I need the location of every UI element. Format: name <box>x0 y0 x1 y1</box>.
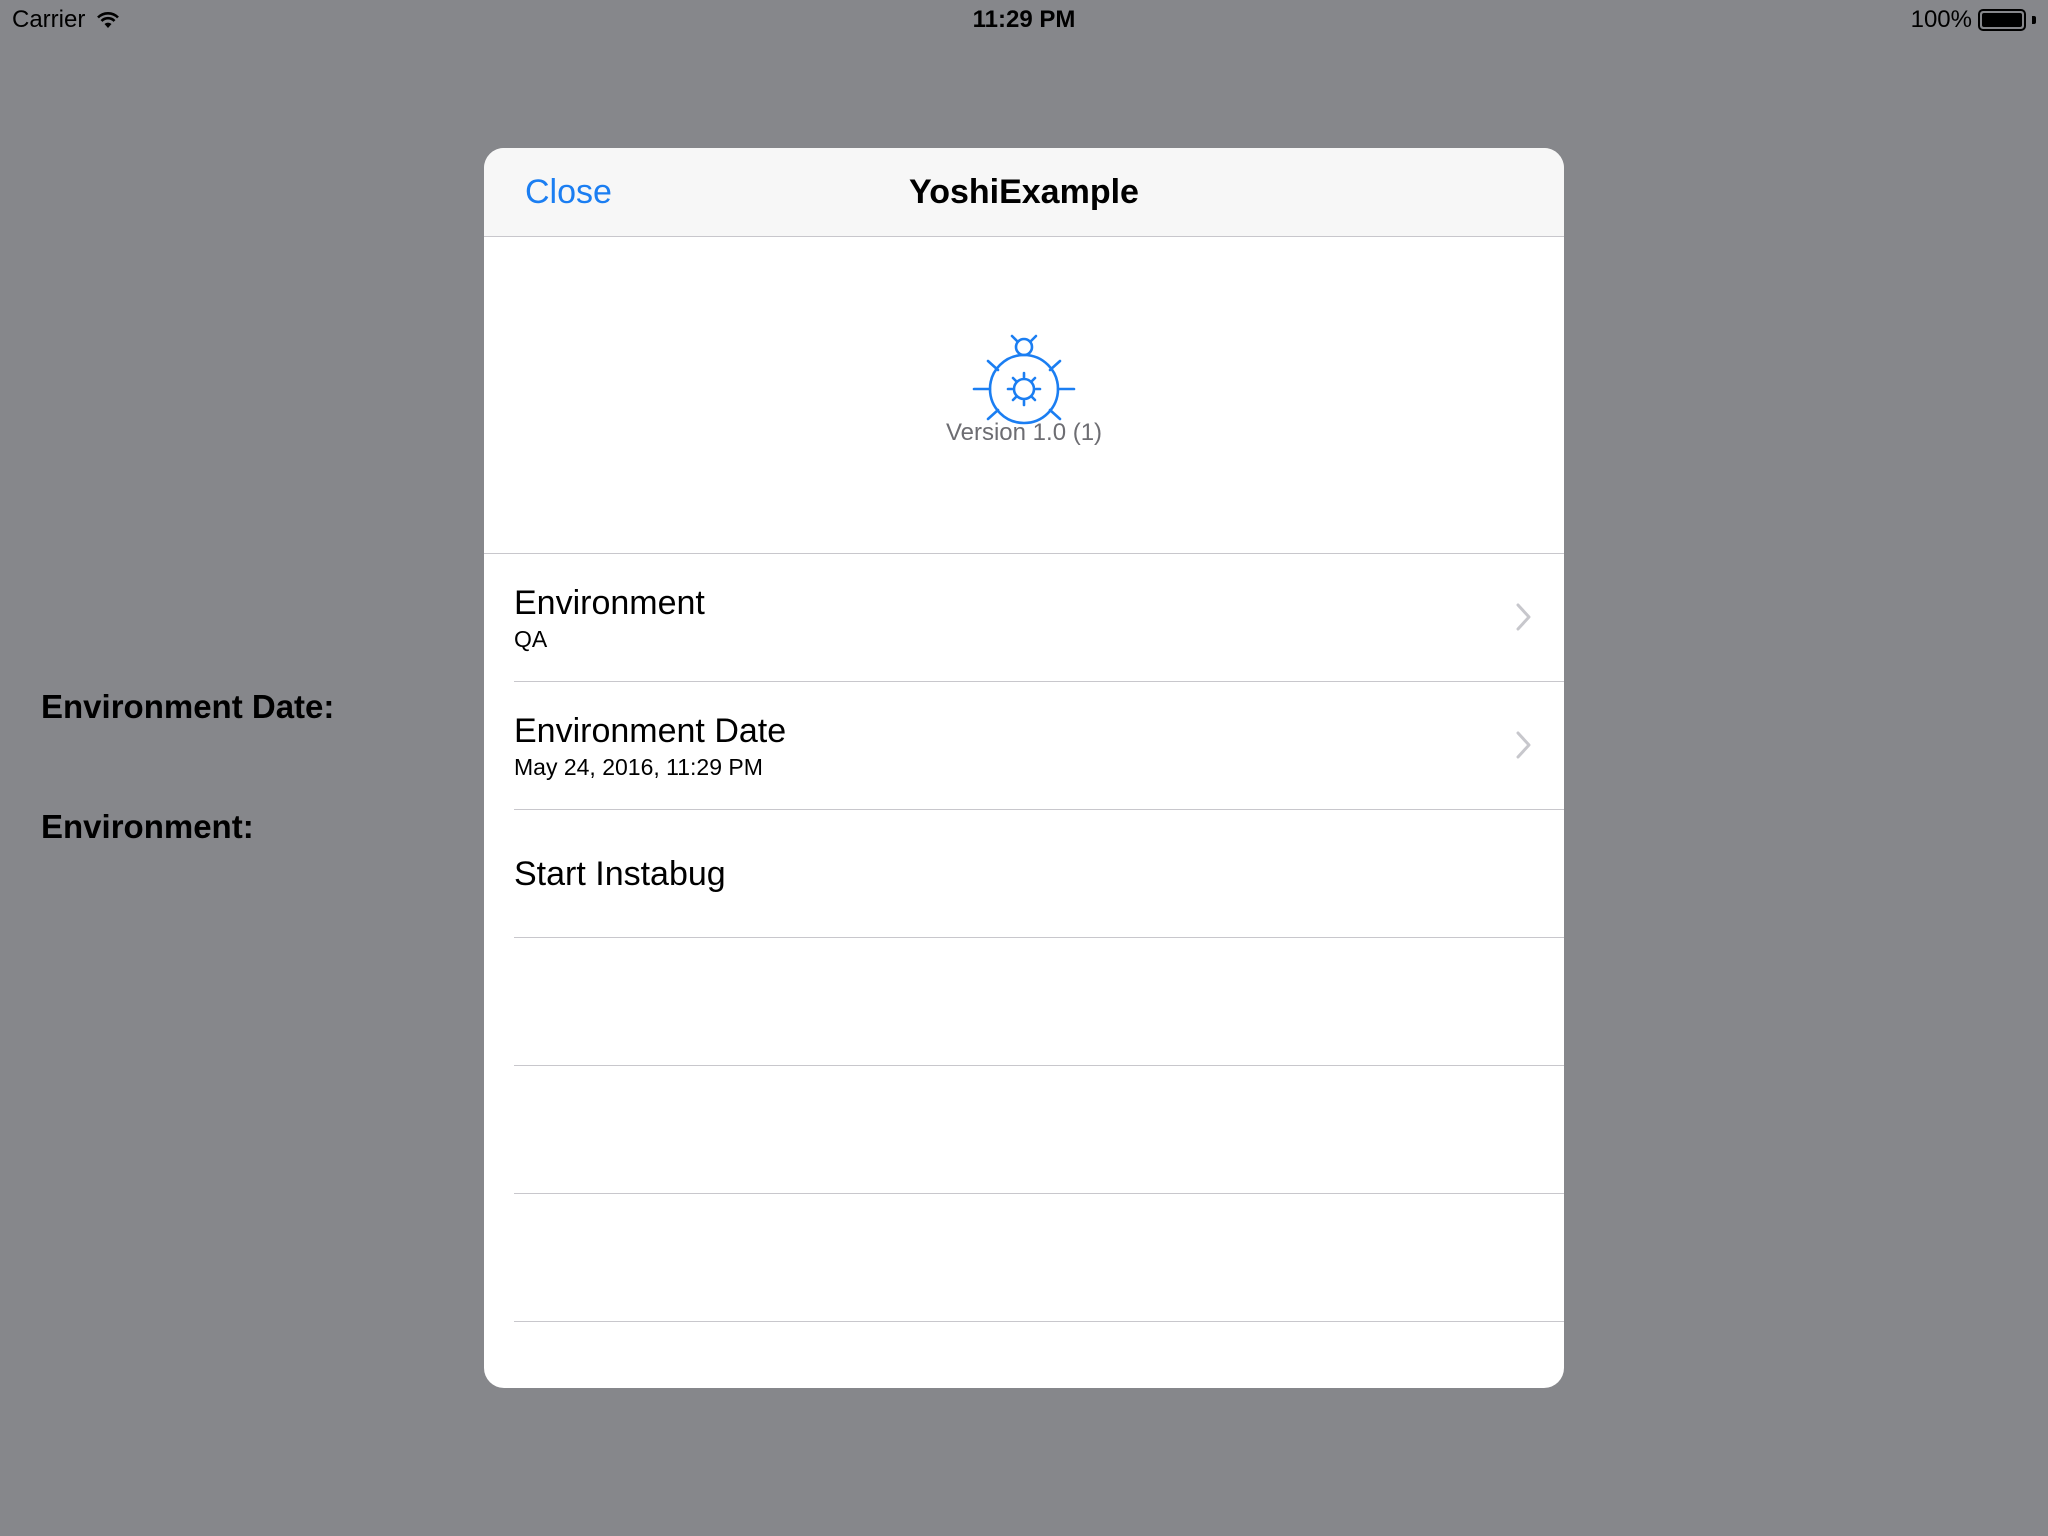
battery-icon <box>1978 9 2026 31</box>
environment-row-value: QA <box>514 626 548 652</box>
start-instabug-label: Start Instabug <box>514 855 726 893</box>
environment-row-title: Environment <box>514 584 705 622</box>
environment-date-row-title: Environment Date <box>514 712 787 750</box>
modal-sheet: YoshiExample Close Version 1.0 (1) Envir… <box>484 148 1564 1388</box>
status-time: 11:29 PM <box>972 6 1076 33</box>
chevron-right-icon <box>1516 731 1531 759</box>
battery-tip <box>2032 16 2036 24</box>
status-battery: 100% <box>1911 6 2036 34</box>
empty-row <box>514 1066 1564 1194</box>
environment-date-row-value: May 24, 2016, 11:29 PM <box>514 754 763 780</box>
app-header: Version 1.0 (1) <box>484 237 1564 554</box>
battery-percent: 100% <box>1910 6 1972 33</box>
start-instabug-row[interactable]: Start Instabug <box>514 810 1564 938</box>
status-bar: Carrier 11:29 PM 100% <box>0 0 2048 40</box>
environment-date-row[interactable]: Environment Date May 24, 2016, 11:29 PM <box>514 682 1564 810</box>
environment-label: Environment: <box>41 808 254 845</box>
empty-row <box>514 938 1564 1066</box>
nav-title: YoshiExample <box>909 173 1139 211</box>
environment-row[interactable]: Environment QA <box>514 554 1564 682</box>
empty-row <box>514 1194 1564 1322</box>
environment-date-label: Environment Date: <box>41 688 335 725</box>
close-button[interactable]: Close <box>525 148 612 237</box>
battery-fill <box>1982 13 2022 27</box>
navigation-bar: YoshiExample Close <box>484 148 1564 237</box>
chevron-right-icon <box>1516 603 1531 631</box>
version-label: Version 1.0 (1) <box>945 419 1103 446</box>
